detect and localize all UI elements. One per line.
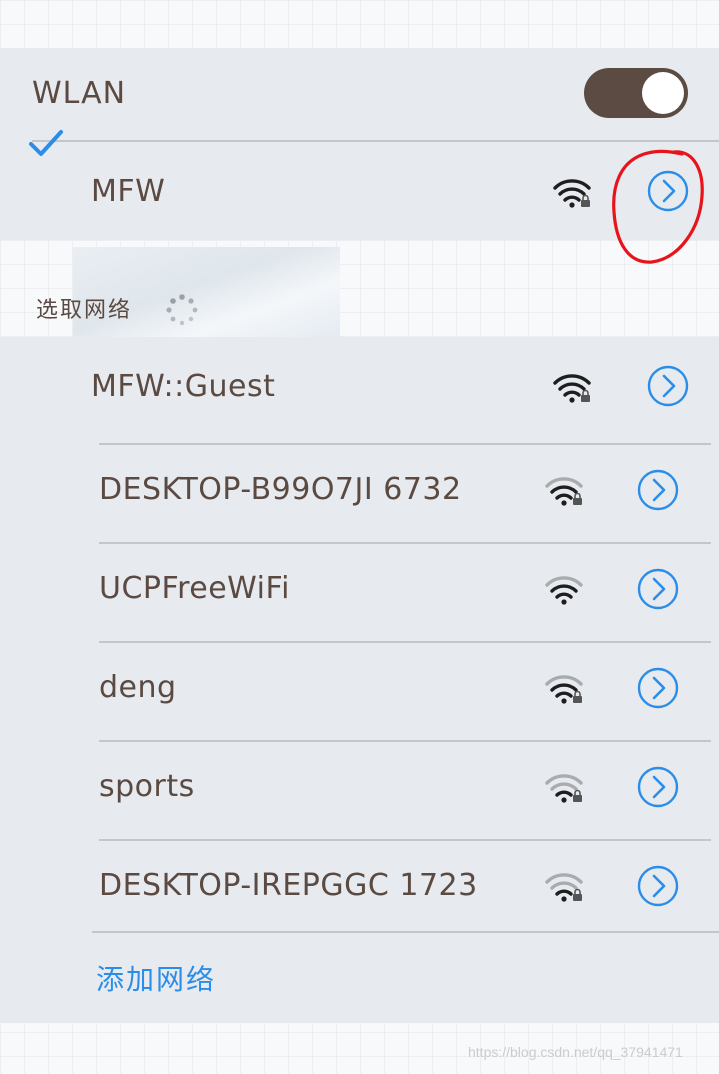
network-ssid: DESKTOP-B99O7JI 6732 — [99, 472, 462, 507]
watermark: https://blog.csdn.net/qq_37941471 — [468, 1044, 683, 1060]
network-detail-button[interactable] — [637, 568, 679, 610]
wlan-panel: WLAN — [0, 48, 719, 240]
network-ssid: DESKTOP-IREPGGC 1723 — [99, 868, 478, 903]
divider — [92, 931, 719, 933]
network-ssid: deng — [99, 670, 177, 705]
network-row[interactable]: deng — [0, 642, 719, 741]
wifi-locked-icon — [553, 374, 591, 403]
divider — [32, 140, 719, 142]
network-detail-button[interactable] — [637, 766, 679, 808]
toggle-knob — [642, 72, 684, 114]
network-detail-button[interactable] — [637, 667, 679, 709]
network-detail-button[interactable] — [647, 365, 689, 407]
network-detail-button[interactable] — [647, 170, 689, 212]
wlan-toggle[interactable] — [584, 68, 688, 118]
section-title: 选取网络 — [36, 298, 133, 323]
wifi-icon — [545, 576, 583, 605]
wifi-locked-icon — [545, 873, 583, 902]
checkmark-icon — [29, 130, 63, 156]
network-row[interactable]: UCPFreeWiFi — [0, 543, 719, 642]
wlan-toggle-row[interactable]: WLAN — [0, 48, 719, 141]
wifi-locked-icon — [553, 179, 591, 208]
network-row[interactable]: sports — [0, 741, 719, 840]
wifi-locked-icon — [545, 675, 583, 704]
network-detail-button[interactable] — [637, 865, 679, 907]
connected-ssid: MFW — [91, 174, 166, 209]
wifi-locked-icon — [545, 774, 583, 803]
network-detail-button[interactable] — [637, 469, 679, 511]
network-ssid: sports — [99, 769, 195, 804]
network-ssid: UCPFreeWiFi — [99, 571, 290, 606]
network-row[interactable]: DESKTOP-B99O7JI 6732 — [0, 444, 719, 543]
spinner-icon — [166, 294, 198, 326]
network-row[interactable]: DESKTOP-IREPGGC 1723 — [0, 840, 719, 939]
network-ssid: MFW::Guest — [91, 369, 276, 404]
wlan-label: WLAN — [32, 76, 127, 111]
wifi-locked-icon — [545, 477, 583, 506]
add-network-link[interactable]: 添加网络 — [96, 958, 216, 998]
network-row[interactable]: MFW::Guest — [0, 337, 719, 436]
